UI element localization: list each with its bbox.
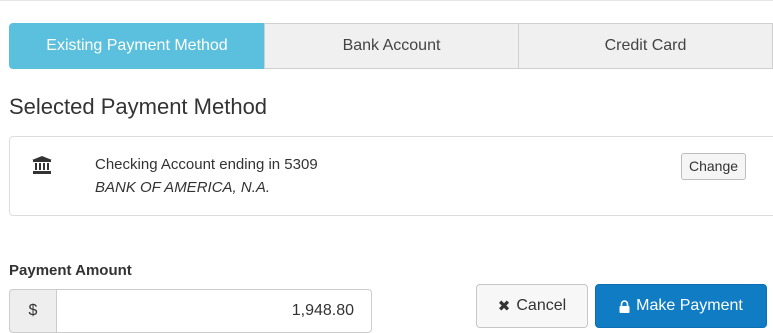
currency-addon: $ <box>9 289 56 333</box>
payment-amount-label: Payment Amount <box>9 262 132 279</box>
account-description: Checking Account ending in 5309 <box>95 156 318 173</box>
selected-method-card: Checking Account ending in 5309 BANK OF … <box>9 136 773 216</box>
bank-icon <box>32 156 52 174</box>
tab-existing-payment-method[interactable]: Existing Payment Method <box>9 23 265 69</box>
currency-symbol: $ <box>28 302 38 319</box>
tab-label: Credit Card <box>604 37 687 54</box>
close-icon: ✖ <box>497 298 511 315</box>
tab-label: Existing Payment Method <box>46 37 228 54</box>
cancel-button[interactable]: ✖ Cancel <box>476 284 588 328</box>
tab-credit-card[interactable]: Credit Card <box>518 23 773 69</box>
make-payment-label: Make Payment <box>636 297 743 314</box>
payment-amount-input[interactable] <box>56 289 372 333</box>
payment-page: Existing Payment Method Bank Account Cre… <box>0 0 773 333</box>
payment-method-tabs: Existing Payment Method Bank Account Cre… <box>9 23 773 69</box>
tab-bank-account[interactable]: Bank Account <box>264 23 519 69</box>
top-divider <box>0 0 773 1</box>
change-button[interactable]: Change <box>681 153 747 180</box>
tab-label: Bank Account <box>342 37 441 54</box>
lock-icon <box>619 299 630 313</box>
make-payment-button[interactable]: Make Payment <box>595 284 767 328</box>
cancel-label: Cancel <box>516 297 567 314</box>
payment-amount-group: $ <box>9 289 372 333</box>
bank-name: BANK OF AMERICA, N.A. <box>95 179 271 196</box>
section-title: Selected Payment Method <box>9 94 268 119</box>
